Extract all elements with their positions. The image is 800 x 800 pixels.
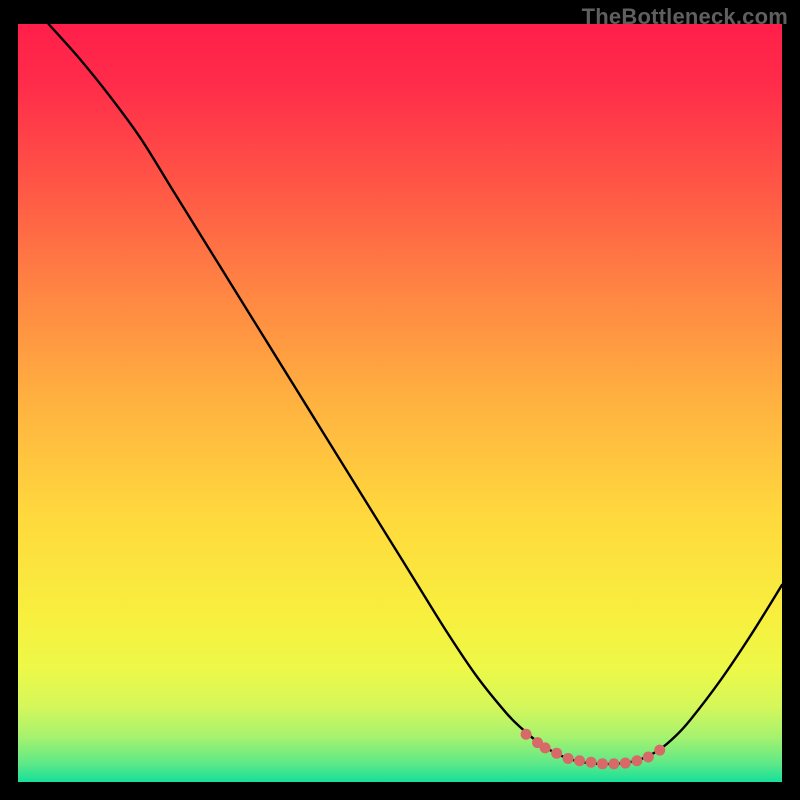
highlight-dot [540,742,551,753]
highlight-dot [654,745,665,756]
highlight-dot [551,748,562,759]
watermark-text: TheBottleneck.com [582,4,788,30]
highlight-dot [620,758,631,769]
chart-svg [18,24,782,782]
gradient-background [18,24,782,782]
plot-area [18,24,782,782]
highlight-dot [597,758,608,769]
highlight-dot [563,753,574,764]
highlight-dot [643,751,654,762]
highlight-dot [521,729,532,740]
highlight-dot [631,755,642,766]
chart-container: TheBottleneck.com [0,0,800,800]
highlight-dot [608,758,619,769]
highlight-dot [586,757,597,768]
highlight-dot [574,755,585,766]
